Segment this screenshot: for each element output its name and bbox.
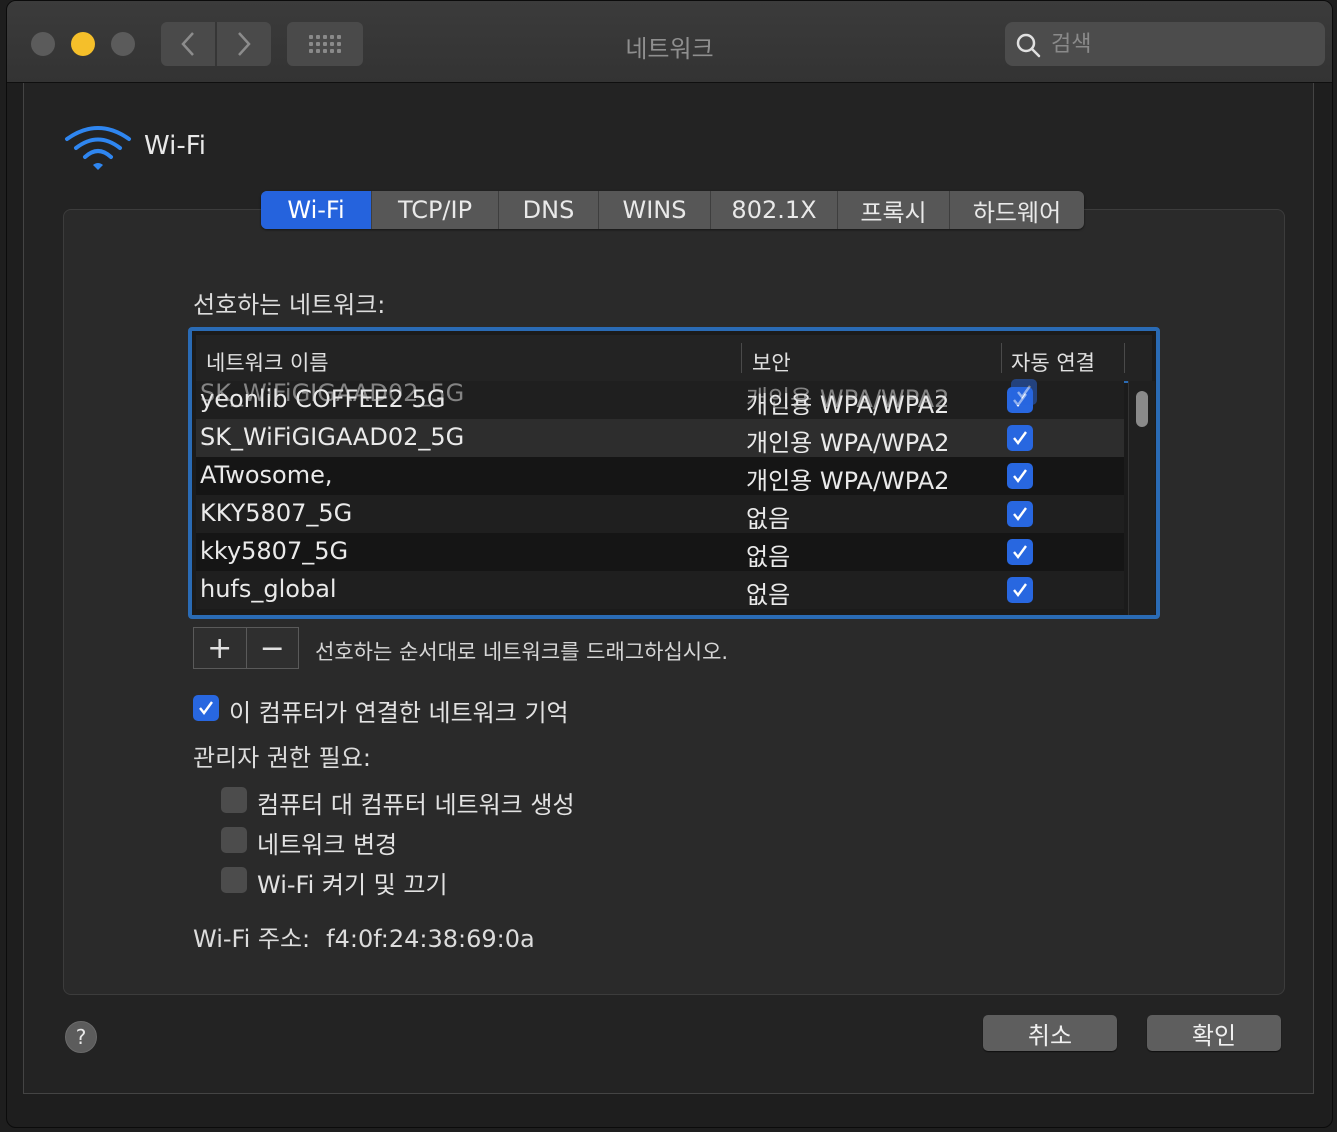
- tab-dns[interactable]: DNS: [498, 191, 598, 229]
- checkmark-icon: [1013, 431, 1027, 445]
- auto-join-checkbox[interactable]: [1007, 387, 1033, 413]
- wifi-address-label: Wi-Fi 주소:: [193, 925, 311, 953]
- change-network-label: 네트워크 변경: [257, 831, 398, 859]
- remember-networks-label: 이 컴퓨터가 연결한 네트워크 기억: [229, 699, 569, 727]
- wifi-address-value: f4:0f:24:38:69:0a: [326, 925, 535, 953]
- title-bar: 네트워크: [7, 1, 1332, 83]
- tab-hardware[interactable]: 하드웨어: [949, 191, 1084, 229]
- network-name: SK_WiFiGIGAAD02_5G: [200, 423, 465, 451]
- admin-required-label: 관리자 권한 필요:: [193, 744, 371, 772]
- help-button[interactable]: ?: [65, 1021, 97, 1053]
- column-divider: [1001, 343, 1002, 373]
- network-security: 없음: [746, 543, 791, 571]
- table-row[interactable]: KKY5807_5G 없음: [196, 495, 1124, 533]
- remember-networks-checkbox[interactable]: [193, 695, 219, 721]
- network-name: hufs_global: [200, 575, 337, 603]
- table-row[interactable]: kky5807_5G 없음: [196, 533, 1124, 571]
- add-remove-control: + −: [193, 627, 299, 669]
- network-name: KKY5807_5G: [200, 499, 353, 527]
- network-security: 없음: [746, 505, 791, 533]
- network-preferences-window: 네트워크 Wi-Fi Wi-Fi TCP/IP DNS WINS 802.1X …: [6, 0, 1333, 1128]
- ok-button[interactable]: 확인: [1147, 1015, 1281, 1051]
- preferred-networks-label: 선호하는 네트워크:: [193, 291, 386, 319]
- drag-hint-text: 선호하는 순서대로 네트워크를 드래그하십시오.: [315, 640, 729, 664]
- service-title: Wi-Fi: [144, 131, 207, 161]
- network-security: 개인용 WPA/WPA2: [746, 467, 950, 495]
- table-row[interactable]: yeonlib COFFEE2 5G 개인용 WPA/WPA2: [196, 381, 1124, 419]
- checkmark-icon: [1013, 545, 1027, 559]
- checkmark-icon: [199, 701, 213, 715]
- tab-bar: Wi-Fi TCP/IP DNS WINS 802.1X 프록시 하드웨어: [261, 191, 1084, 229]
- add-network-button[interactable]: +: [194, 628, 246, 668]
- search-icon: [1016, 33, 1041, 58]
- auto-join-checkbox[interactable]: [1007, 577, 1033, 603]
- auto-join-checkbox[interactable]: [1007, 463, 1033, 489]
- checkmark-icon: [1013, 393, 1027, 407]
- auto-join-checkbox[interactable]: [1007, 539, 1033, 565]
- search-input[interactable]: [1049, 26, 1313, 62]
- column-divider: [741, 343, 742, 373]
- network-security: 개인용 WPA/WPA2: [746, 391, 950, 419]
- cancel-button[interactable]: 취소: [983, 1015, 1117, 1051]
- tab-wins[interactable]: WINS: [598, 191, 710, 229]
- preferred-networks-table[interactable]: 네트워크 이름 보안 자동 연결 yeonlib COFFEE2 5G 개인용 …: [188, 327, 1160, 619]
- column-header-security[interactable]: 보안: [752, 347, 791, 377]
- table-body: yeonlib COFFEE2 5G 개인용 WPA/WPA2 SK_WiFiG…: [196, 381, 1124, 615]
- checkmark-icon: [1013, 507, 1027, 521]
- column-header-auto-join[interactable]: 자동 연결: [1011, 347, 1095, 377]
- remove-network-button[interactable]: −: [245, 628, 299, 668]
- search-field[interactable]: [1005, 22, 1325, 66]
- network-name: yeonlib COFFEE2 5G: [200, 385, 446, 413]
- network-security: 없음: [746, 581, 791, 609]
- wifi-address: Wi-Fi 주소: f4:0f:24:38:69:0a: [193, 919, 535, 954]
- column-header-name[interactable]: 네트워크 이름: [206, 347, 329, 377]
- table-scrollbar[interactable]: [1128, 381, 1155, 615]
- network-name: kky5807_5G: [200, 537, 349, 565]
- toggle-wifi-checkbox[interactable]: [221, 867, 247, 893]
- create-network-label: 컴퓨터 대 컴퓨터 네트워크 생성: [257, 791, 575, 819]
- tab-tcpip[interactable]: TCP/IP: [371, 191, 498, 229]
- toggle-wifi-label: Wi-Fi 켜기 및 끄기: [257, 871, 448, 899]
- table-header: 네트워크 이름 보안 자동 연결: [196, 335, 1152, 383]
- table-row[interactable]: hufs_global 없음: [196, 571, 1124, 609]
- table-row[interactable]: ATwosome, 개인용 WPA/WPA2: [196, 457, 1124, 495]
- auto-join-checkbox[interactable]: [1007, 501, 1033, 527]
- checkmark-icon: [1013, 583, 1027, 597]
- tab-8021x[interactable]: 802.1X: [710, 191, 837, 229]
- scroll-thumb[interactable]: [1136, 391, 1148, 427]
- column-divider: [1124, 343, 1125, 373]
- create-network-checkbox[interactable]: [221, 787, 247, 813]
- tab-proxy[interactable]: 프록시: [837, 191, 949, 229]
- network-name: ATwosome,: [200, 461, 333, 489]
- network-security: 개인용 WPA/WPA2: [746, 429, 950, 457]
- auto-join-checkbox[interactable]: [1007, 425, 1033, 451]
- tab-wifi[interactable]: Wi-Fi: [261, 191, 371, 229]
- wifi-icon: [65, 126, 131, 170]
- change-network-checkbox[interactable]: [221, 827, 247, 853]
- table-row[interactable]: SK_WiFiGIGAAD02_5G 개인용 WPA/WPA2: [196, 419, 1124, 457]
- checkmark-icon: [1013, 469, 1027, 483]
